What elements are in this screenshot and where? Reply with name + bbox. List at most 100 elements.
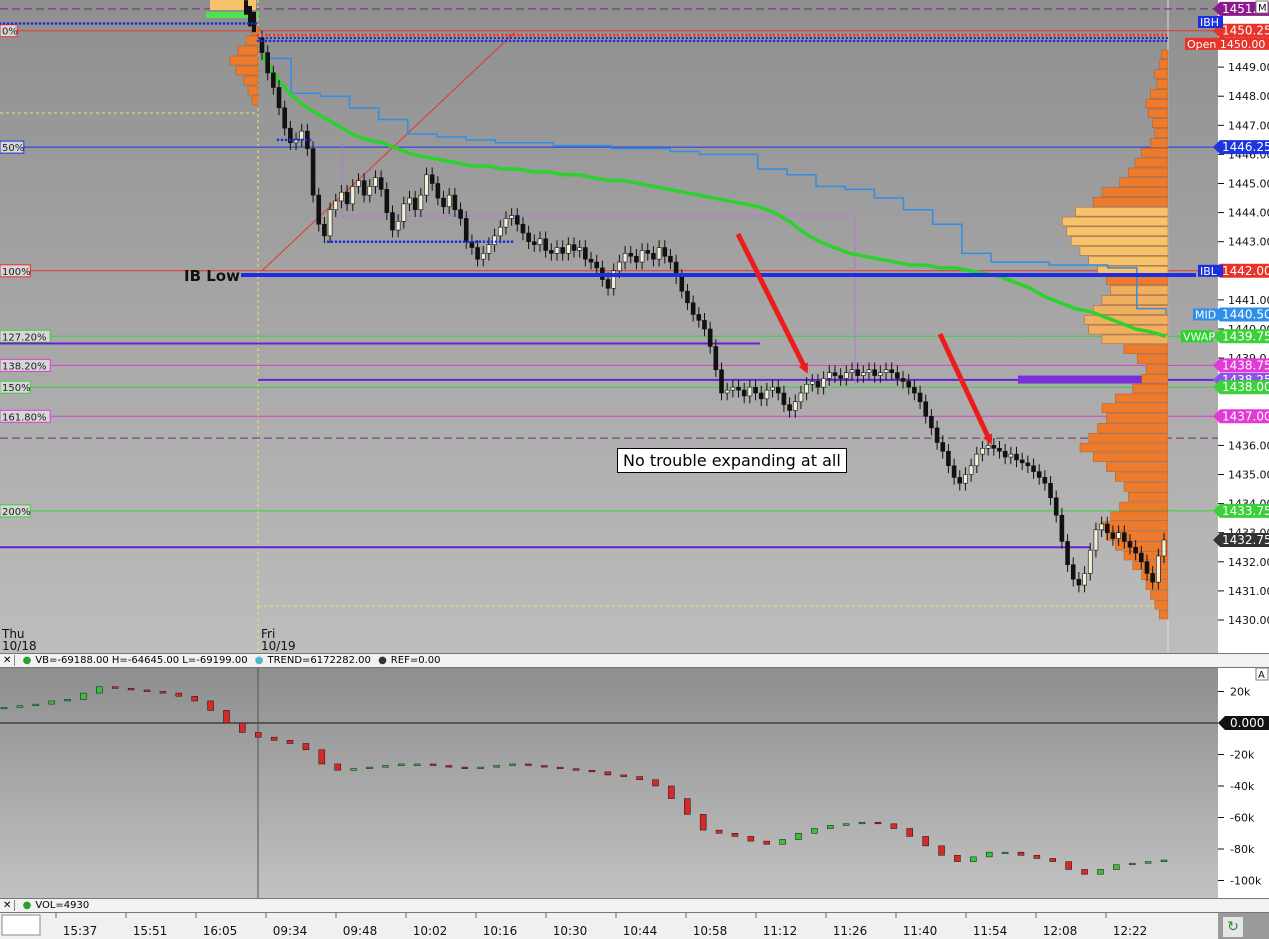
candle-body-120 <box>940 442 946 452</box>
candle-body-43 <box>503 218 509 228</box>
dot-1-322 <box>320 39 324 43</box>
candle-body-121 <box>946 450 951 467</box>
dot-1-422 <box>420 39 424 43</box>
dot-1-430 <box>428 39 432 43</box>
dot-0-1134 <box>1132 33 1136 37</box>
dot-0-890 <box>888 33 892 37</box>
dot-0-930 <box>928 33 932 37</box>
fib-label-6: 161.80% <box>2 412 47 423</box>
dot-0-746 <box>744 33 748 37</box>
dot-4-220 <box>218 22 222 25</box>
candle-body-84 <box>736 386 741 391</box>
dot-1-574 <box>572 39 576 43</box>
ind-bar-45 <box>715 829 723 834</box>
profile-bar-37 <box>1106 413 1169 423</box>
dot-0-966 <box>964 33 968 37</box>
dot-1-898 <box>896 39 900 43</box>
dot-1-1098 <box>1096 39 1100 43</box>
dot-0-638 <box>636 33 640 37</box>
profile-bar-13 <box>1119 177 1169 187</box>
dot-2-412 <box>410 240 414 243</box>
dot-0-646 <box>644 33 648 37</box>
candle-body-124 <box>963 474 968 484</box>
profile-bar-31 <box>1136 354 1169 364</box>
dot-1-318 <box>316 39 320 43</box>
ind-bar-24 <box>382 765 389 768</box>
dot-3-310 <box>308 138 312 142</box>
dot-0-1054 <box>1052 33 1056 37</box>
volume-status-bar: ✕ ● VOL=4930 <box>0 898 1269 913</box>
dot-1-774 <box>772 39 776 43</box>
dot-0-350 <box>348 33 352 37</box>
dot-0-374 <box>372 33 376 37</box>
dot-1-778 <box>776 39 780 43</box>
dot-0-778 <box>776 33 780 37</box>
candle-body-33 <box>446 194 452 208</box>
dot-0-342 <box>340 33 344 37</box>
dot-0-286 <box>284 33 288 37</box>
ind-bar-16 <box>254 732 262 738</box>
dot-0-538 <box>536 33 540 37</box>
dot-4-164 <box>162 22 166 25</box>
dot-0-1030 <box>1028 33 1032 37</box>
dot-4-12 <box>10 22 14 25</box>
ind-bar-52 <box>827 825 834 829</box>
candle-body-35 <box>458 209 463 219</box>
dot-1-1138 <box>1136 39 1140 43</box>
dot-1-850 <box>848 39 852 43</box>
close-volume-icon[interactable]: ✕ <box>0 900 16 911</box>
dot-4-120 <box>118 22 122 25</box>
dot-0-402 <box>400 33 404 37</box>
dot-0-734 <box>732 33 736 37</box>
dot-1-542 <box>540 39 544 43</box>
trend-dot-icon: ● <box>254 655 264 666</box>
dot-0-790 <box>788 33 792 37</box>
candle-body-13 <box>333 200 339 210</box>
dot-0-854 <box>852 33 856 37</box>
close-indicator-icon[interactable]: ✕ <box>0 655 16 666</box>
candle-body-23 <box>390 212 395 231</box>
dot-1-282 <box>280 39 284 43</box>
dot-1-1030 <box>1028 39 1032 43</box>
ind-bar-17 <box>270 736 278 741</box>
dot-0-262 <box>260 33 264 37</box>
x-tick-label-6: 10:16 <box>483 924 518 938</box>
dot-1-390 <box>388 39 392 43</box>
dot-1-1086 <box>1084 39 1088 43</box>
refresh-icon[interactable]: ↻ <box>1222 916 1244 938</box>
candle-body-93 <box>787 404 792 411</box>
dot-1-482 <box>480 39 484 43</box>
dot-1-670 <box>668 39 672 43</box>
dot-1-962 <box>960 39 964 43</box>
dot-0-714 <box>712 33 716 37</box>
candle-body-129 <box>991 445 997 449</box>
dot-4-256 <box>254 22 258 25</box>
dot-4-92 <box>90 22 94 25</box>
candle-body-3 <box>276 87 282 109</box>
dot-1-1150 <box>1148 39 1152 43</box>
dot-0-858 <box>856 33 860 37</box>
dot-0-998 <box>996 33 1000 37</box>
dot-1-346 <box>344 39 348 43</box>
profile-bar-6 <box>1147 108 1169 118</box>
dot-1-686 <box>684 39 688 43</box>
dot-4-196 <box>194 22 198 25</box>
profile-bar-40 <box>1079 442 1169 453</box>
dot-4-228 <box>226 22 230 25</box>
candle-body-7 <box>299 130 305 141</box>
dot-1-698 <box>696 39 700 43</box>
dot-4-24 <box>22 22 26 25</box>
profile-bar-17 <box>1062 216 1169 227</box>
dot-0-874 <box>872 33 876 37</box>
dot-0-710 <box>708 33 712 37</box>
ind-bar-37 <box>588 770 596 773</box>
dot-1-554 <box>552 39 556 43</box>
dot-1-626 <box>624 39 628 43</box>
y-tick-label-5: 1435.00 <box>1228 469 1269 482</box>
open-label: Open 1450.00 <box>1187 38 1265 51</box>
dot-4-56 <box>54 22 58 25</box>
y-tick-label-18: 1448.00 <box>1228 90 1269 103</box>
dot-0-442 <box>440 33 444 37</box>
dot-0-498 <box>496 33 500 37</box>
candle-body-144 <box>1076 578 1082 586</box>
